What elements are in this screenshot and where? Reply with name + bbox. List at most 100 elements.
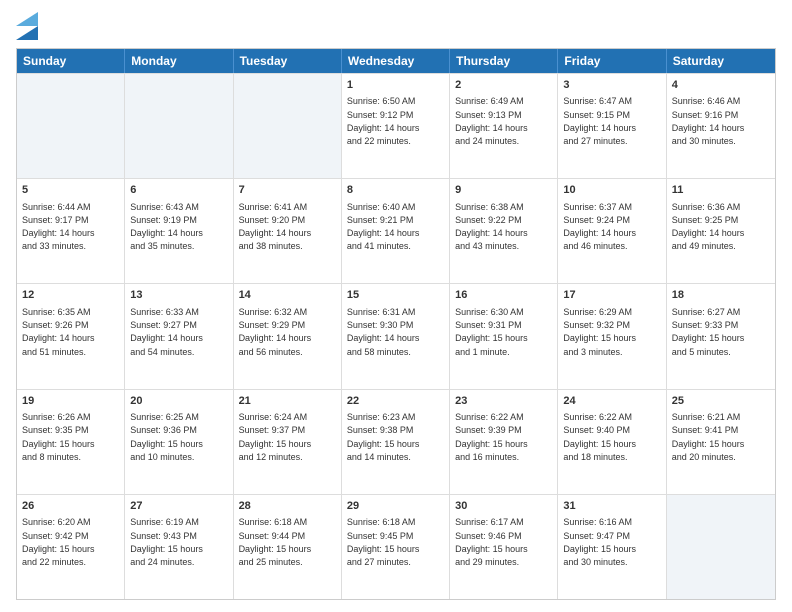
calendar-cell: 19Sunrise: 6:26 AM Sunset: 9:35 PM Dayli… (17, 390, 125, 494)
day-number: 10 (563, 183, 660, 198)
day-number: 16 (455, 288, 552, 303)
calendar-cell: 12 Sunrise: 6:35 AM Sunset: 9:26 PM Dayli… (17, 284, 125, 388)
day-number: 2 (455, 78, 552, 93)
calendar-cell: 28 Sunrise: 6:18 AM Sunset: 9:44 PM Dayli… (234, 495, 342, 599)
calendar-cell: 16 Sunrise: 6:30 AM Sunset: 9:31 PM Dayli… (450, 284, 558, 388)
cell-info-text: Sunrise: 6:38 AM Sunset: 9:22 PM Dayligh… (455, 202, 528, 252)
day-number: 31 (563, 499, 660, 514)
calendar: SundayMondayTuesdayWednesdayThursdayFrid… (16, 48, 776, 600)
calendar-cell (125, 74, 233, 178)
day-number: 6 (130, 183, 227, 198)
day-number: 15 (347, 288, 444, 303)
logo-icon (16, 12, 38, 40)
day-number: 28 (239, 499, 336, 514)
cell-info-text: Sunrise: 6:26 AM Sunset: 9:35 PM Dayligh… (22, 412, 95, 462)
day-number: 11 (672, 183, 770, 198)
calendar-cell: 29 Sunrise: 6:18 AM Sunset: 9:45 PM Dayli… (342, 495, 450, 599)
calendar-row: 26 Sunrise: 6:20 AM Sunset: 9:42 PM Dayli… (17, 494, 775, 599)
calendar-cell: 30 Sunrise: 6:17 AM Sunset: 9:46 PM Dayli… (450, 495, 558, 599)
page: SundayMondayTuesdayWednesdayThursdayFrid… (0, 0, 792, 612)
calendar-row: 1 Sunrise: 6:50 AM Sunset: 9:12 PM Daylig… (17, 73, 775, 178)
cell-info-text: Sunrise: 6:36 AM Sunset: 9:25 PM Dayligh… (672, 202, 745, 252)
cell-info-text: Sunrise: 6:46 AM Sunset: 9:16 PM Dayligh… (672, 96, 745, 146)
day-number: 23 (455, 394, 552, 409)
day-number: 25 (672, 394, 770, 409)
calendar-cell: 10 Sunrise: 6:37 AM Sunset: 9:24 PM Dayli… (558, 179, 666, 283)
cell-info-text: Sunrise: 6:18 AM Sunset: 9:45 PM Dayligh… (347, 517, 420, 567)
calendar-header-cell: Monday (125, 49, 233, 73)
calendar-cell: 1 Sunrise: 6:50 AM Sunset: 9:12 PM Daylig… (342, 74, 450, 178)
calendar-cell: 24 Sunrise: 6:22 AM Sunset: 9:40 PM Dayli… (558, 390, 666, 494)
day-number: 7 (239, 183, 336, 198)
day-number: 4 (672, 78, 770, 93)
calendar-header-row: SundayMondayTuesdayWednesdayThursdayFrid… (17, 49, 775, 73)
day-number: 12 (22, 288, 119, 303)
day-number: 26 (22, 499, 119, 514)
calendar-cell: 14 Sunrise: 6:32 AM Sunset: 9:29 PM Dayli… (234, 284, 342, 388)
calendar-cell: 3 Sunrise: 6:47 AM Sunset: 9:15 PM Daylig… (558, 74, 666, 178)
cell-info-text: Sunrise: 6:41 AM Sunset: 9:20 PM Dayligh… (239, 202, 312, 252)
calendar-header-cell: Saturday (667, 49, 775, 73)
day-number: 8 (347, 183, 444, 198)
calendar-cell: 11 Sunrise: 6:36 AM Sunset: 9:25 PM Dayli… (667, 179, 775, 283)
cell-info-text: Sunrise: 6:23 AM Sunset: 9:38 PM Dayligh… (347, 412, 420, 462)
calendar-cell (234, 74, 342, 178)
calendar-cell: 20 Sunrise: 6:25 AM Sunset: 9:36 PM Dayli… (125, 390, 233, 494)
day-number: 5 (22, 183, 119, 198)
cell-info-text: Sunrise: 6:49 AM Sunset: 9:13 PM Dayligh… (455, 96, 528, 146)
calendar-row: 5Sunrise: 6:44 AM Sunset: 9:17 PM Daylig… (17, 178, 775, 283)
cell-info-text: Sunrise: 6:17 AM Sunset: 9:46 PM Dayligh… (455, 517, 528, 567)
cell-info-text: Sunrise: 6:18 AM Sunset: 9:44 PM Dayligh… (239, 517, 312, 567)
calendar-header-cell: Thursday (450, 49, 558, 73)
cell-info-text: Sunrise: 6:32 AM Sunset: 9:29 PM Dayligh… (239, 307, 312, 357)
cell-info-text: Sunrise: 6:22 AM Sunset: 9:40 PM Dayligh… (563, 412, 636, 462)
day-number: 24 (563, 394, 660, 409)
cell-info-text: Sunrise: 6:47 AM Sunset: 9:15 PM Dayligh… (563, 96, 636, 146)
calendar-row: 12 Sunrise: 6:35 AM Sunset: 9:26 PM Dayli… (17, 283, 775, 388)
cell-info-text: Sunrise: 6:16 AM Sunset: 9:47 PM Dayligh… (563, 517, 636, 567)
calendar-row: 19Sunrise: 6:26 AM Sunset: 9:35 PM Dayli… (17, 389, 775, 494)
day-number: 1 (347, 78, 444, 93)
day-number: 18 (672, 288, 770, 303)
cell-info-text: Sunrise: 6:33 AM Sunset: 9:27 PM Dayligh… (130, 307, 203, 357)
cell-info-text: Sunrise: 6:27 AM Sunset: 9:33 PM Dayligh… (672, 307, 745, 357)
calendar-cell: 13 Sunrise: 6:33 AM Sunset: 9:27 PM Dayli… (125, 284, 233, 388)
cell-info-text: Sunrise: 6:35 AM Sunset: 9:26 PM Dayligh… (22, 307, 95, 357)
day-number: 17 (563, 288, 660, 303)
day-number: 20 (130, 394, 227, 409)
cell-info-text: Sunrise: 6:40 AM Sunset: 9:21 PM Dayligh… (347, 202, 420, 252)
calendar-cell: 25Sunrise: 6:21 AM Sunset: 9:41 PM Dayli… (667, 390, 775, 494)
calendar-cell: 17Sunrise: 6:29 AM Sunset: 9:32 PM Dayli… (558, 284, 666, 388)
calendar-header-cell: Wednesday (342, 49, 450, 73)
cell-info-text: Sunrise: 6:25 AM Sunset: 9:36 PM Dayligh… (130, 412, 203, 462)
day-number: 22 (347, 394, 444, 409)
calendar-cell: 4 Sunrise: 6:46 AM Sunset: 9:16 PM Daylig… (667, 74, 775, 178)
logo (16, 12, 42, 40)
day-number: 27 (130, 499, 227, 514)
cell-info-text: Sunrise: 6:20 AM Sunset: 9:42 PM Dayligh… (22, 517, 95, 567)
calendar-cell: 18 Sunrise: 6:27 AM Sunset: 9:33 PM Dayli… (667, 284, 775, 388)
calendar-cell (17, 74, 125, 178)
day-number: 14 (239, 288, 336, 303)
calendar-cell: 15 Sunrise: 6:31 AM Sunset: 9:30 PM Dayli… (342, 284, 450, 388)
calendar-header-cell: Tuesday (234, 49, 342, 73)
calendar-cell: 5Sunrise: 6:44 AM Sunset: 9:17 PM Daylig… (17, 179, 125, 283)
calendar-cell: 31 Sunrise: 6:16 AM Sunset: 9:47 PM Dayli… (558, 495, 666, 599)
header (16, 12, 776, 40)
day-number: 3 (563, 78, 660, 93)
day-number: 29 (347, 499, 444, 514)
cell-info-text: Sunrise: 6:37 AM Sunset: 9:24 PM Dayligh… (563, 202, 636, 252)
calendar-header-cell: Sunday (17, 49, 125, 73)
calendar-cell (667, 495, 775, 599)
cell-info-text: Sunrise: 6:31 AM Sunset: 9:30 PM Dayligh… (347, 307, 420, 357)
cell-info-text: Sunrise: 6:43 AM Sunset: 9:19 PM Dayligh… (130, 202, 203, 252)
cell-info-text: Sunrise: 6:30 AM Sunset: 9:31 PM Dayligh… (455, 307, 528, 357)
cell-info-text: Sunrise: 6:50 AM Sunset: 9:12 PM Dayligh… (347, 96, 420, 146)
calendar-cell: 2 Sunrise: 6:49 AM Sunset: 9:13 PM Daylig… (450, 74, 558, 178)
day-number: 30 (455, 499, 552, 514)
cell-info-text: Sunrise: 6:24 AM Sunset: 9:37 PM Dayligh… (239, 412, 312, 462)
day-number: 13 (130, 288, 227, 303)
calendar-cell: 26 Sunrise: 6:20 AM Sunset: 9:42 PM Dayli… (17, 495, 125, 599)
day-number: 9 (455, 183, 552, 198)
day-number: 21 (239, 394, 336, 409)
